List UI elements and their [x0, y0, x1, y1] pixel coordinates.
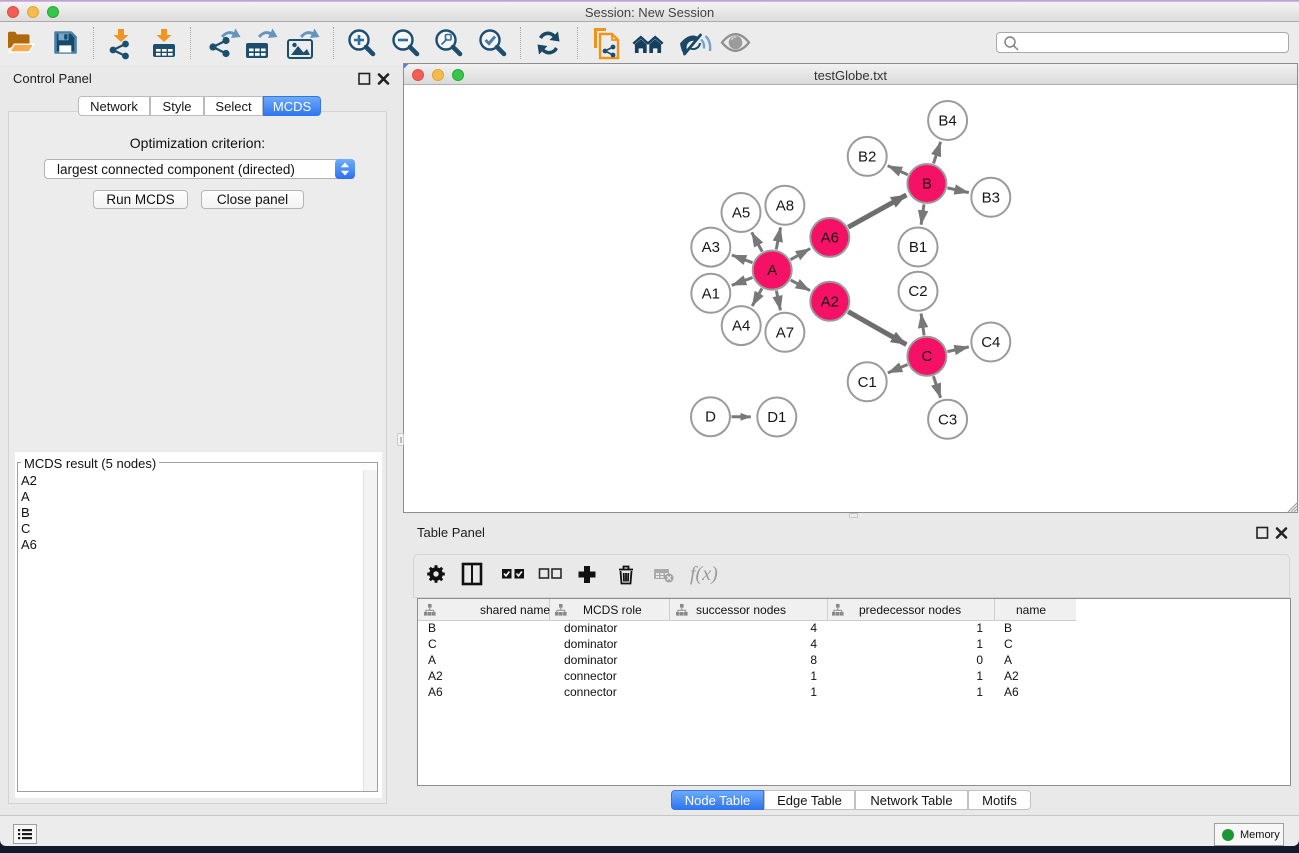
svg-text:A5: A5 [732, 205, 750, 222]
svg-text:A1: A1 [702, 285, 720, 302]
svg-text:D: D [705, 409, 716, 426]
svg-text:C4: C4 [981, 334, 1000, 351]
svg-text:C: C [921, 348, 932, 365]
svg-text:B3: B3 [982, 189, 1000, 206]
svg-text:A2: A2 [821, 293, 839, 310]
svg-text:A: A [767, 262, 777, 279]
svg-text:A4: A4 [732, 318, 750, 335]
svg-text:B1: B1 [909, 239, 927, 256]
svg-text:A8: A8 [776, 197, 794, 214]
svg-text:D1: D1 [767, 409, 786, 426]
svg-text:A6: A6 [821, 229, 839, 246]
svg-text:C3: C3 [938, 411, 957, 428]
svg-text:C1: C1 [858, 374, 877, 391]
svg-text:f(x): f(x) [690, 563, 718, 585]
svg-text:B2: B2 [858, 148, 876, 165]
svg-text:A3: A3 [702, 239, 720, 256]
svg-text:B: B [922, 176, 932, 193]
svg-text:C2: C2 [908, 283, 927, 300]
svg-text:A7: A7 [776, 324, 794, 341]
svg-text:B4: B4 [938, 113, 956, 130]
